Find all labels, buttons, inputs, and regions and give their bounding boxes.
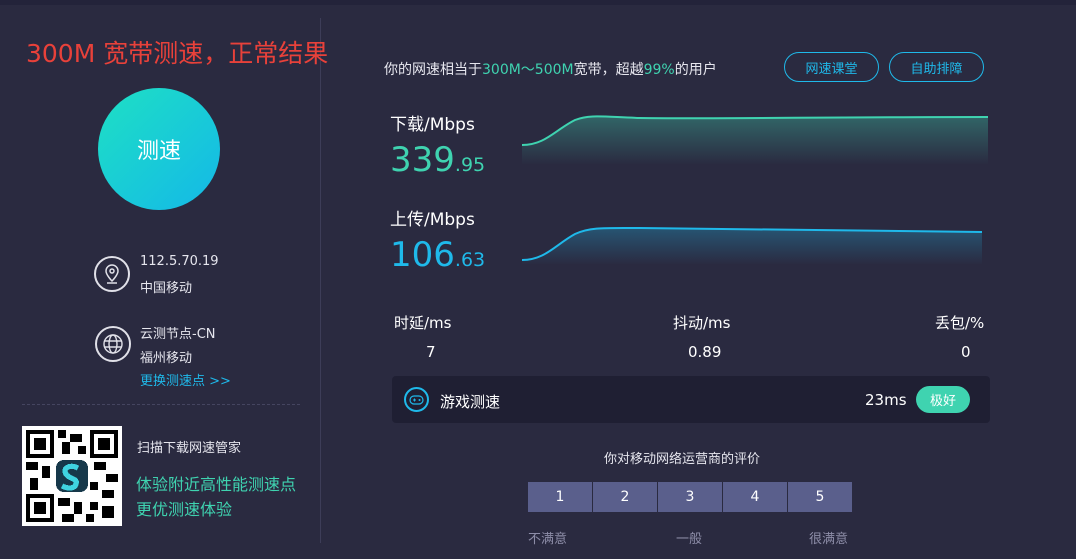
divider <box>320 18 321 543</box>
rating-2[interactable]: 2 <box>593 482 657 512</box>
upload-value: 106.63 <box>390 235 485 275</box>
gamepad-icon <box>404 387 429 412</box>
download-area <box>522 116 988 165</box>
download-int: 339 <box>390 140 455 180</box>
promo-line-1: 体验附近高性能测速点 <box>136 475 297 494</box>
summary-text: 宽带，超越 <box>573 62 644 78</box>
game-speed-panel[interactable]: 游戏测速 23ms 极好 <box>392 376 990 423</box>
node-name: 云测节点-CN <box>140 327 216 342</box>
upload-area <box>522 227 982 265</box>
rating-1[interactable]: 1 <box>528 482 592 512</box>
node-location: 福州移动 <box>140 351 193 366</box>
page-title: 300M 宽带测速，正常结果 <box>26 39 329 68</box>
rating-4[interactable]: 4 <box>723 482 787 512</box>
latency-label: 时延/ms <box>394 314 452 332</box>
upload-dec: .63 <box>454 249 486 271</box>
summary-text: 的用户 <box>674 62 717 78</box>
globe-icon <box>95 326 131 362</box>
jitter-label: 抖动/ms <box>673 314 731 332</box>
summary-text: 你的网速相当于 <box>384 62 482 78</box>
game-speed-label: 游戏测速 <box>440 393 501 411</box>
separator <box>22 404 300 405</box>
jitter-value: 0.89 <box>688 343 722 361</box>
upload-label: 上传/Mbps <box>390 210 475 230</box>
quality-badge: 极好 <box>916 386 970 413</box>
rating-high-label: 很满意 <box>809 532 849 547</box>
qr-code <box>22 426 122 526</box>
speed-graphs <box>521 115 989 265</box>
latency-value: 7 <box>426 343 436 361</box>
speed-course-button[interactable]: 网速课堂 <box>784 52 879 82</box>
rating-3[interactable]: 3 <box>658 482 722 512</box>
ip-address: 112.5.70.19 <box>140 254 219 269</box>
ip-isp: 中国移动 <box>140 281 193 296</box>
location-icon <box>94 256 130 292</box>
upload-int: 106 <box>390 235 455 275</box>
packet-loss-label: 丢包/% <box>935 314 985 332</box>
promo-line-2: 更优测速体验 <box>136 500 233 519</box>
rating-5[interactable]: 5 <box>788 482 852 512</box>
self-help-button[interactable]: 自助排障 <box>889 52 984 82</box>
qr-caption: 扫描下载网速管家 <box>137 441 242 456</box>
summary-range: 300M～500M <box>482 62 574 78</box>
packet-loss-value: 0 <box>961 343 971 361</box>
rating-low-label: 不满意 <box>528 532 568 547</box>
download-dec: .95 <box>454 154 486 176</box>
download-value: 339.95 <box>390 140 485 180</box>
rating-question: 你对移动网络运营商的评价 <box>604 452 761 467</box>
speed-summary: 你的网速相当于300M～500M宽带，超越99%的用户 <box>384 59 717 79</box>
change-node-link[interactable]: 更换测速点 >> <box>140 370 231 389</box>
game-latency: 23ms <box>865 391 907 409</box>
summary-percent: 99% <box>643 62 675 78</box>
top-border <box>0 0 1076 5</box>
rating-mid-label: 一般 <box>676 532 703 547</box>
download-label: 下载/Mbps <box>390 115 475 135</box>
speed-test-button[interactable]: 测速 <box>98 88 220 210</box>
